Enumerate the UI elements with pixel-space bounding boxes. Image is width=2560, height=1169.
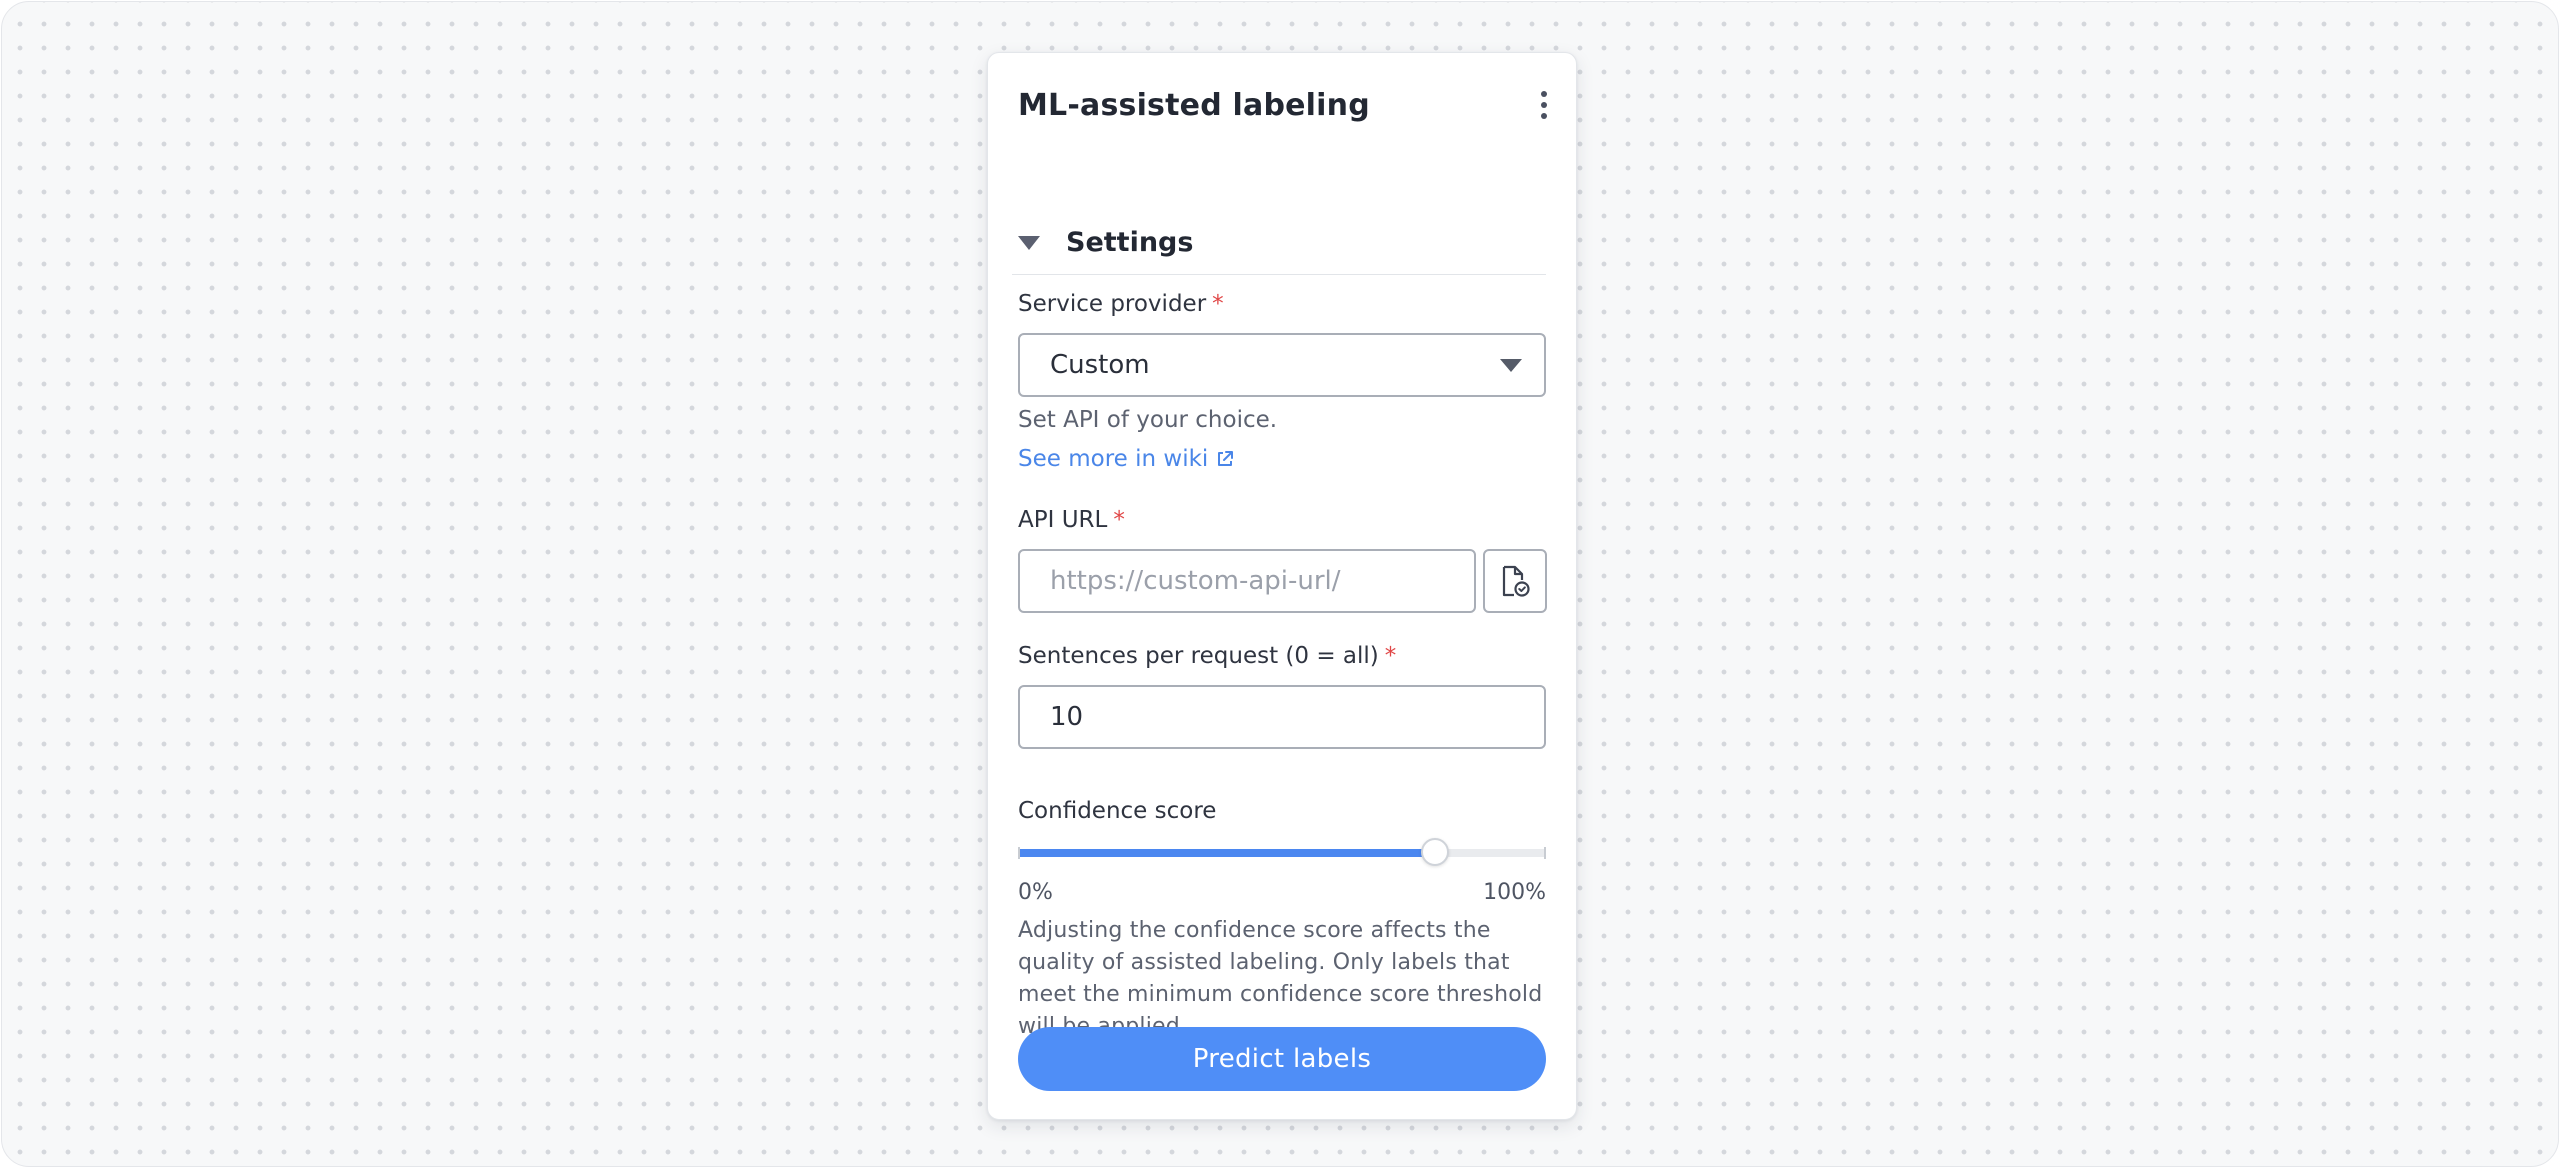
required-asterisk: * [1212, 291, 1224, 317]
more-dot [1541, 91, 1547, 97]
confidence-score-label: Confidence score [1018, 798, 1217, 824]
service-provider-label: Service provider * [1018, 291, 1224, 317]
service-provider-label-text: Service provider [1018, 291, 1207, 317]
sentences-per-request-label: Sentences per request (0 = all) * [1018, 643, 1396, 669]
slider-start-cap [1018, 847, 1020, 859]
more-vertical-icon[interactable] [1532, 85, 1556, 125]
caret-down-icon [1018, 235, 1040, 250]
confidence-score-description: Adjusting the confidence score affects t… [1018, 918, 1543, 1039]
see-more-in-wiki-link[interactable]: See more in wiki [1018, 446, 1234, 472]
external-link-icon [1218, 451, 1234, 466]
confidence-score-slider[interactable] [1018, 837, 1546, 869]
sentences-per-request-input[interactable] [1018, 685, 1546, 749]
panel-title: ML-assisted labeling [1018, 87, 1370, 123]
settings-section-toggle[interactable]: Settings [1012, 215, 1546, 275]
api-url-label: API URL * [1018, 507, 1125, 533]
file-check-button[interactable] [1483, 549, 1547, 613]
slider-min-label: 0% [1018, 880, 1053, 905]
predict-labels-button[interactable]: Predict labels [1018, 1027, 1546, 1091]
api-url-label-text: API URL [1018, 507, 1108, 533]
slider-max-label: 100% [1483, 880, 1546, 905]
more-dot [1541, 102, 1547, 108]
slider-fill [1018, 849, 1436, 857]
service-provider-help: Set API of your choice. [1018, 407, 1278, 433]
background-canvas: ML-assisted labeling Settings Service pr… [1, 1, 2559, 1167]
sentences-label-text: Sentences per request (0 = all) [1018, 643, 1379, 669]
ml-assisted-labeling-panel: ML-assisted labeling Settings Service pr… [987, 52, 1577, 1120]
api-url-input[interactable] [1018, 549, 1476, 613]
service-provider-select[interactable]: Custom [1018, 333, 1546, 397]
settings-section-title: Settings [1066, 227, 1194, 258]
slider-end-cap [1544, 847, 1546, 859]
service-provider-value: Custom [1050, 350, 1150, 380]
required-asterisk: * [1384, 643, 1397, 669]
file-check-icon [1502, 565, 1530, 597]
slider-thumb[interactable] [1421, 838, 1450, 866]
chevron-down-icon [1500, 359, 1522, 372]
panel-header: ML-assisted labeling [1018, 83, 1556, 127]
wiki-link-text: See more in wiki [1018, 446, 1209, 472]
required-asterisk: * [1113, 507, 1125, 533]
more-dot [1541, 113, 1547, 119]
